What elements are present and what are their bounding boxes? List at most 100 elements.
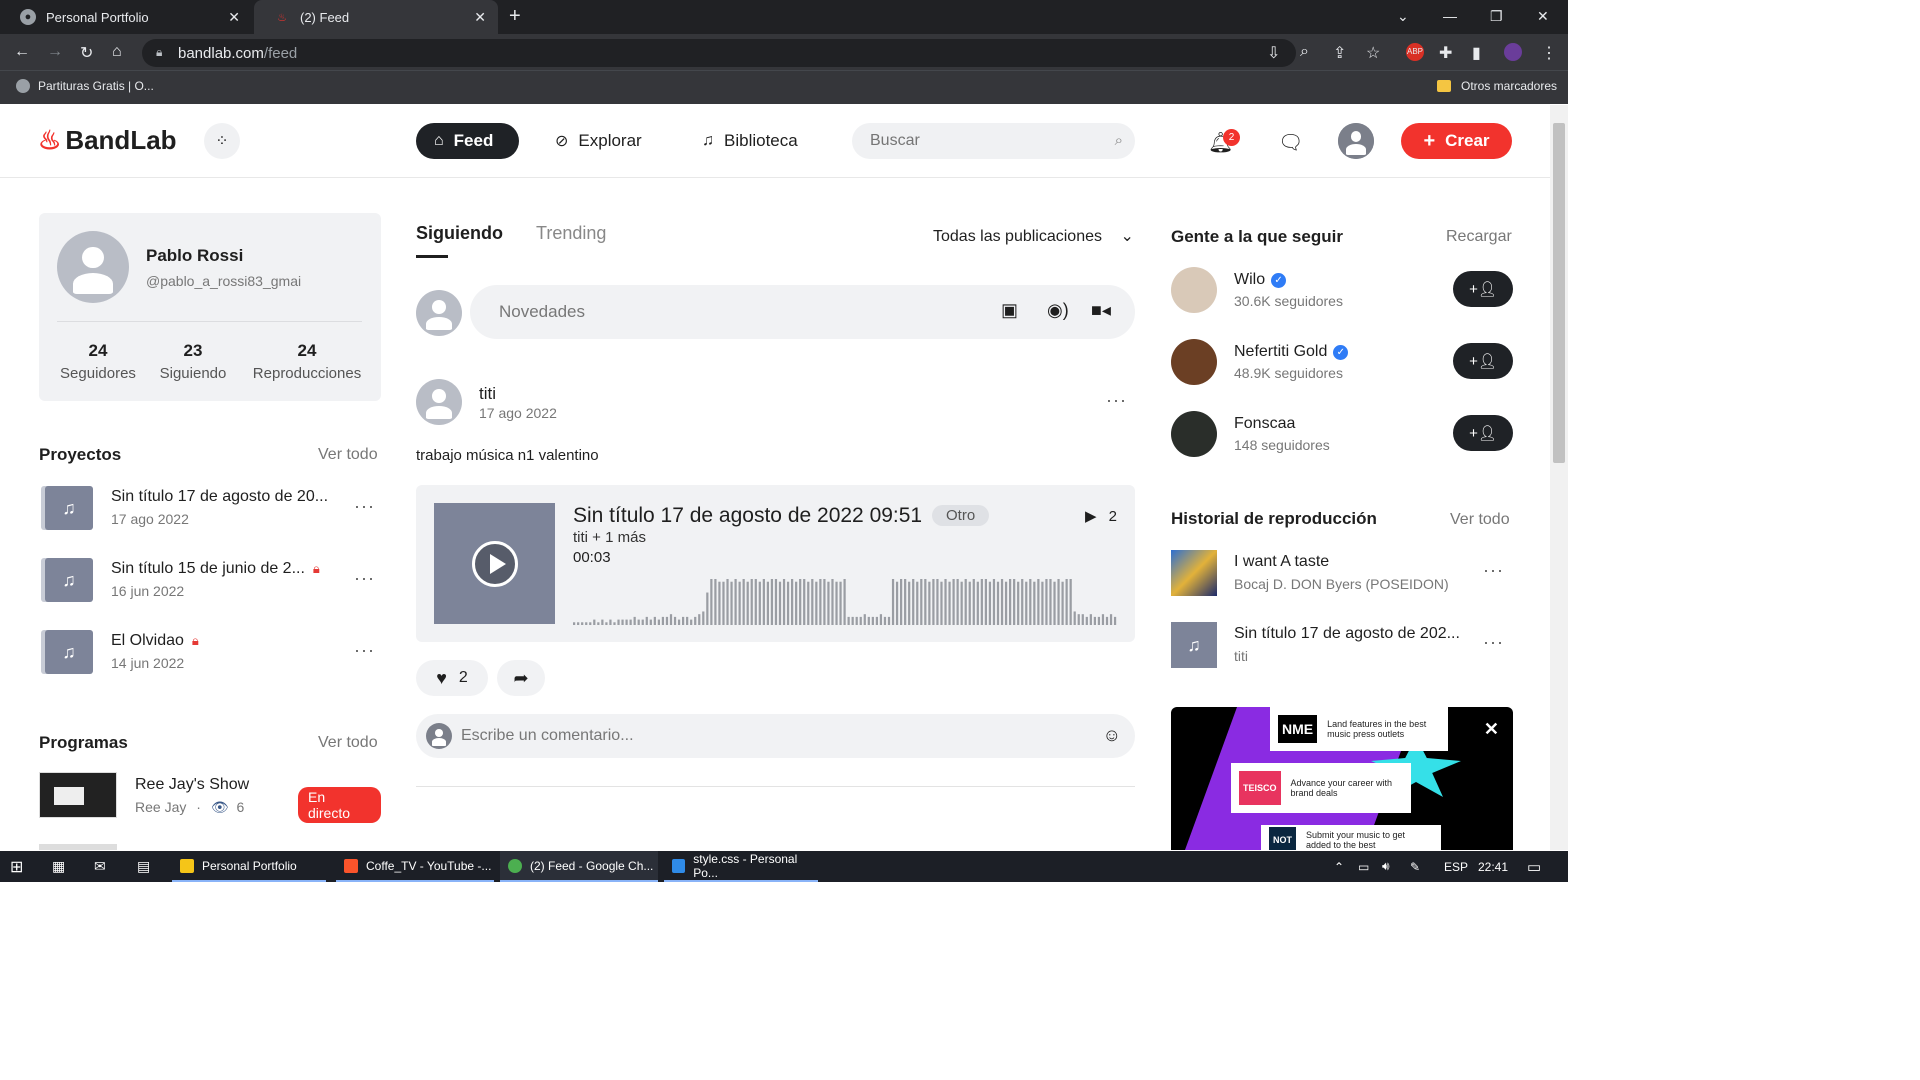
extensions-puzzle-icon[interactable]: ✚ (1439, 43, 1452, 63)
maximize-window-button[interactable]: ❐ (1490, 8, 1503, 25)
share-button[interactable]: ➦ (497, 660, 545, 696)
forward-icon[interactable]: → (47, 43, 63, 61)
taskbar-app[interactable]: Personal Portfolio (172, 851, 326, 882)
like-button[interactable]: ♥ 2 (416, 660, 488, 696)
scrollbar-thumb[interactable] (1553, 123, 1565, 463)
menu-kebab-icon[interactable]: ⋮ (1541, 43, 1557, 63)
tab-search-icon[interactable]: ⌄ (1397, 8, 1409, 25)
zoom-icon[interactable]: ⌕ (1300, 43, 1309, 61)
post-author[interactable]: titi (479, 384, 496, 404)
messages-icon[interactable]: 🗨︎ (1278, 130, 1303, 155)
profile-name[interactable]: Pablo Rossi (146, 246, 243, 266)
create-button[interactable]: + Crear (1401, 123, 1512, 159)
nav-explorar[interactable]: ⊘ Explorar (555, 123, 642, 159)
volume-icon[interactable]: 🔊︎ (1382, 851, 1390, 882)
search-icon[interactable]: ⌕ (1115, 132, 1123, 149)
notifications-icon[interactable]: ▭ (1527, 851, 1541, 882)
more-options-icon[interactable]: ··· (354, 640, 375, 661)
adblock-extension-icon[interactable]: ABP (1406, 43, 1424, 61)
follow-button[interactable]: +👤︎ (1453, 415, 1513, 451)
more-options-icon[interactable]: ··· (354, 568, 375, 589)
suggested-person[interactable]: Fonscaa 148 seguidores +👤︎ (1171, 411, 1513, 457)
browser-tab-personal-portfolio[interactable]: ● Personal Portfolio ✕ (0, 0, 252, 34)
close-window-button[interactable]: ✕ (1537, 8, 1549, 25)
history-see-all-link[interactable]: Ver todo (1450, 511, 1510, 529)
tab-siguiendo[interactable]: Siguiendo (416, 223, 503, 244)
more-options-icon[interactable]: ··· (1483, 560, 1504, 581)
network-icon[interactable]: ▭ (1358, 851, 1369, 882)
track-title[interactable]: Sin título 17 de agosto de 2022 09:51 (573, 504, 922, 528)
reload-suggestions-link[interactable]: Recargar (1446, 228, 1512, 246)
close-promo-icon[interactable]: ✕ (1484, 719, 1499, 740)
person-avatar[interactable] (1171, 339, 1217, 385)
calculator-icon[interactable]: ▦ (52, 851, 65, 882)
bookmark-item[interactable]: Partituras Gratis | O... (16, 79, 154, 93)
other-bookmarks[interactable]: Otros marcadores (1437, 79, 1557, 93)
language-indicator[interactable]: ESP (1444, 851, 1468, 882)
suggested-person[interactable]: Nefertiti Gold ✓ 48.9K seguidores +👤︎ (1171, 339, 1513, 385)
image-icon[interactable]: ▣ (1001, 300, 1018, 321)
back-icon[interactable]: ← (14, 43, 30, 61)
user-avatar[interactable] (1338, 123, 1374, 159)
video-camera-icon[interactable]: ■◂ (1091, 300, 1111, 321)
pen-icon[interactable]: ✎ (1410, 851, 1420, 882)
emoji-icon[interactable]: ☺ (1103, 725, 1121, 746)
tray-chevron-up-icon[interactable]: ⌃ (1334, 851, 1344, 882)
programs-see-all-link[interactable]: Ver todo (318, 734, 378, 752)
stat-following[interactable]: 23 Siguiendo (152, 341, 234, 382)
profile-avatar[interactable] (57, 231, 129, 303)
program-item[interactable]: Ree Jay's Show Ree Jay · 👁︎ 6 En directo (39, 772, 381, 823)
history-item[interactable]: ♫ Sin título 17 de agosto de 202... titi… (1171, 622, 1513, 668)
project-item[interactable]: ♫ Sin título 17 de agosto de 20... 17 ag… (39, 486, 381, 536)
new-tab-button[interactable]: + (509, 5, 521, 28)
browser-tab-feed[interactable]: ♨ (2) Feed ✕ (254, 0, 498, 34)
genre-tag[interactable]: Otro (932, 505, 990, 526)
project-item[interactable]: ♫ Sin título 15 de junio de 2... 🔒︎ 16 ju… (39, 558, 381, 608)
track-card[interactable]: Sin título 17 de agosto de 2022 09:51 Ot… (416, 485, 1135, 642)
person-avatar[interactable] (1171, 411, 1217, 457)
post-filter-dropdown[interactable]: Todas las publicaciones ⌄ (933, 226, 1134, 246)
share-icon[interactable]: ⇪ (1333, 43, 1346, 63)
search-input[interactable] (852, 123, 1082, 159)
reload-icon[interactable]: ↻ (80, 43, 93, 63)
windows-start-icon[interactable]: ⊞ (10, 851, 23, 882)
profile-avatar-icon[interactable] (1504, 43, 1522, 61)
close-tab-icon[interactable]: ✕ (228, 9, 240, 26)
taskbar-app[interactable]: style.css - Personal Po... (664, 851, 818, 882)
follow-button[interactable]: +👤︎ (1453, 271, 1513, 307)
follow-button[interactable]: +👤︎ (1453, 343, 1513, 379)
clock[interactable]: 22:41 (1478, 851, 1508, 882)
more-options-icon[interactable]: ··· (354, 496, 375, 517)
page-scrollbar[interactable] (1550, 105, 1568, 850)
nav-biblioteca[interactable]: ♫ Biblioteca (702, 123, 798, 159)
bookmark-star-icon[interactable]: ☆ (1366, 43, 1380, 63)
suggested-person[interactable]: Wilo ✓ 30.6K seguidores +👤︎ (1171, 267, 1513, 313)
post-more-options-icon[interactable]: ··· (1106, 390, 1127, 411)
side-panel-icon[interactable]: ▮ (1472, 43, 1481, 63)
waveform[interactable] (573, 575, 1118, 625)
projects-see-all-link[interactable]: Ver todo (318, 446, 378, 464)
taskbar-app[interactable]: Coffe_TV - YouTube -... (336, 851, 494, 882)
person-avatar[interactable] (1171, 267, 1217, 313)
history-item[interactable]: I want A taste Bocaj D. DON Byers (POSEI… (1171, 550, 1513, 596)
close-tab-icon[interactable]: ✕ (474, 9, 486, 26)
address-bar[interactable]: 🔒︎ bandlab.com/feed (142, 39, 1296, 67)
bandlab-logo[interactable]: ♨ BandLab (38, 125, 177, 156)
promo-banner[interactable]: NME Land features in the best music pres… (1171, 707, 1513, 850)
tab-trending[interactable]: Trending (536, 223, 606, 244)
install-app-icon[interactable]: ⇩ (1267, 43, 1280, 63)
post-author-avatar[interactable] (416, 379, 462, 425)
project-item[interactable]: ♫ El Olvidao 🔒︎ 14 jun 2022 ··· (39, 630, 381, 680)
play-button-icon[interactable] (472, 541, 518, 587)
comment-box[interactable]: Escribe un comentario... ☺ (416, 714, 1135, 758)
nav-feed[interactable]: ⌂ Feed (416, 123, 519, 159)
taskbar-app[interactable]: (2) Feed - Google Ch... (500, 851, 658, 882)
calendar-icon[interactable]: ▤ (137, 851, 150, 882)
home-icon[interactable]: ⌂ (112, 43, 122, 61)
post-composer[interactable]: Novedades ▣ ◉) ■◂ (470, 285, 1135, 339)
minimize-window-button[interactable]: — (1443, 8, 1457, 24)
apps-grid-button[interactable]: ⁘ (204, 123, 240, 159)
mail-icon[interactable]: ✉ (94, 851, 106, 882)
audio-icon[interactable]: ◉) (1047, 300, 1069, 321)
more-options-icon[interactable]: ··· (1483, 632, 1504, 653)
